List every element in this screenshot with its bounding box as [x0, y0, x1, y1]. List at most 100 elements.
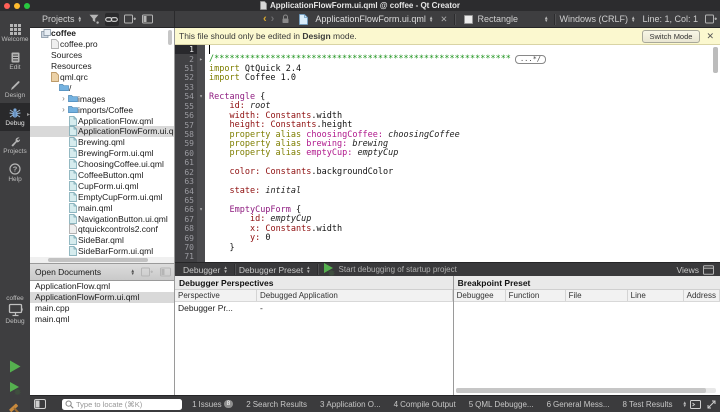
code-line[interactable]: 61	[175, 158, 720, 168]
close-pane-icon[interactable]	[141, 13, 155, 26]
output-pane-button-3[interactable]: 3 Application O...	[320, 400, 381, 409]
mode-design[interactable]: Design	[0, 75, 30, 103]
tree-item[interactable]: CoffeeButton.qml	[30, 170, 174, 181]
go-back-icon[interactable]: ‹	[263, 14, 267, 25]
code-line[interactable]: 55 id: root	[175, 101, 720, 111]
run-button[interactable]	[8, 359, 22, 374]
code-line[interactable]: 52 import Coffee 1.0	[175, 73, 720, 83]
tree-item[interactable]: ApplicationFlow.qml	[30, 115, 174, 126]
code-line[interactable]: 62 color: Constants .backgroundColor	[175, 167, 720, 177]
fold-marker-icon[interactable]: ▸	[197, 54, 205, 64]
debugger-preset-selector[interactable]: Debugger Preset	[239, 265, 303, 275]
open-doc-item[interactable]: ApplicationFlowForm.ui.qml	[30, 291, 174, 303]
locator-input[interactable]	[76, 399, 180, 409]
output-panes-spinner-icon[interactable]	[683, 401, 687, 408]
tree-item[interactable]: CupForm.ui.qml	[30, 180, 174, 191]
tree-item[interactable]: Sources	[30, 50, 174, 61]
zoom-window-button[interactable]	[24, 2, 30, 9]
code-line[interactable]: 64 state: intital	[175, 186, 720, 196]
symbol-selector[interactable]: Rectangle	[477, 14, 518, 24]
open-doc-item[interactable]: main.qml	[30, 313, 174, 324]
tree-vertical-scrollbar[interactable]	[168, 30, 172, 45]
minimize-window-button[interactable]	[14, 2, 20, 9]
output-pane-button-4[interactable]: 4 Compile Output	[394, 400, 456, 409]
breakpoints-horizontal-scrollbar[interactable]	[455, 388, 716, 393]
close-window-button[interactable]	[4, 2, 10, 9]
mode-welcome[interactable]: Welcome	[0, 19, 30, 47]
locator[interactable]	[62, 398, 183, 410]
tree-item[interactable]: NavigationButton.ui.qml	[30, 213, 174, 224]
engine-spinner-icon[interactable]	[223, 266, 227, 273]
code-editor[interactable]: 1 2 ▸/************************************…	[175, 45, 720, 262]
code-line[interactable]: 66 ▾ EmptyCupForm {	[175, 205, 720, 215]
code-line[interactable]: 65	[175, 195, 720, 206]
console-icon[interactable]	[690, 399, 701, 409]
line-ending-spinner-icon[interactable]	[631, 16, 635, 23]
views-menu[interactable]: Views	[676, 265, 714, 275]
tree-item[interactable]: BrewingForm.ui.qml	[30, 148, 174, 159]
code-line[interactable]: 60 property alias emptyCup: emptyCup	[175, 148, 720, 158]
open-document-selector[interactable]: ApplicationFlowForm.ui.qml	[315, 14, 426, 24]
mode-help[interactable]: ? Help	[0, 159, 30, 187]
output-pane-button-5[interactable]: 5 QML Debugge...	[469, 400, 534, 409]
go-forward-icon[interactable]: ›	[271, 14, 275, 25]
opendocs-split-icon[interactable]	[140, 266, 154, 279]
code-line[interactable]: 58 property alias choosingCoffee: choosi…	[175, 130, 720, 140]
split-editor-icon[interactable]	[704, 13, 718, 26]
link-with-editor-icon[interactable]	[104, 12, 119, 26]
tree-item[interactable]: qml.qrc	[30, 72, 174, 83]
code-line[interactable]: 69 y: 0	[175, 233, 720, 243]
tree-item[interactable]: coffee	[30, 28, 174, 39]
line-ending-selector[interactable]: Windows (CRLF)	[559, 14, 628, 24]
code-line[interactable]: 63	[175, 176, 720, 187]
output-pane-button-8[interactable]: 8 Test Results	[623, 400, 673, 409]
mode-edit[interactable]: Edit	[0, 47, 30, 75]
mode-projects[interactable]: Projects	[0, 131, 30, 159]
tree-item[interactable]: SideBarForm.ui.qml	[30, 246, 174, 257]
code-line[interactable]: 51 import QtQuick 2.4	[175, 64, 720, 74]
open-documents-title[interactable]: Open Documents	[35, 267, 101, 277]
open-doc-item[interactable]: ApplicationFlow.qml	[30, 281, 174, 292]
code-line[interactable]: 67 id: emptyCup	[175, 214, 720, 224]
fold-collapsed-box[interactable]: ...*/	[514, 54, 547, 64]
mode-debug[interactable]: Debug	[0, 103, 30, 131]
code-line[interactable]: 68 x: Constants .width	[175, 224, 720, 234]
opendocs-close-icon[interactable]	[158, 266, 172, 279]
tree-item[interactable]: main.qml	[30, 202, 174, 213]
tree-item[interactable]: Brewing.qml	[30, 137, 174, 148]
tree-chevron-icon[interactable]: ›	[60, 105, 67, 114]
traffic-lights[interactable]	[4, 2, 30, 9]
fold-marker-icon[interactable]: ▾	[197, 92, 205, 102]
tree-item[interactable]: coffee.pro	[30, 39, 174, 50]
code-line[interactable]: 53	[175, 82, 720, 93]
toggle-sidebar-icon[interactable]	[34, 399, 46, 409]
tree-item[interactable]: ApplicationFlowForm.ui.qml	[30, 126, 174, 137]
code-line[interactable]: 70 }	[175, 243, 720, 253]
code-line[interactable]: 57 height: Constants .height	[175, 120, 720, 130]
build-button[interactable]	[8, 403, 22, 412]
perspectives-row[interactable]: Debugger Pr... -	[175, 302, 453, 313]
split-pane-icon[interactable]	[123, 13, 137, 26]
tree-item[interactable]: EmptyCupForm.ui.qml	[30, 191, 174, 202]
open-doc-item[interactable]: main.cpp	[30, 303, 174, 314]
output-pane-button-2[interactable]: 2 Search Results	[246, 400, 307, 409]
projects-pane-title[interactable]: Projects	[42, 14, 75, 24]
preset-spinner-icon[interactable]	[306, 266, 310, 273]
start-debugging-label[interactable]: Start debugging of startup project	[339, 265, 457, 274]
code-line[interactable]: 59 property alias brewing: brewing	[175, 139, 720, 149]
kit-selector[interactable]: coffee Debug	[0, 295, 30, 325]
filter-icon[interactable]	[87, 13, 101, 26]
symbol-selector-spinner-icon[interactable]	[544, 16, 548, 23]
code-line[interactable]: 56 width: Constants .width	[175, 111, 720, 121]
tree-item[interactable]: /	[30, 82, 174, 93]
output-pane-button-6[interactable]: 6 General Mess...	[547, 400, 610, 409]
tree-item[interactable]: ChoosingCoffee.ui.qml	[30, 159, 174, 170]
code-line[interactable]: 1	[175, 45, 720, 55]
code-line[interactable]: 54 ▾ Rectangle {	[175, 92, 720, 102]
tree-item[interactable]: qtquickcontrols2.conf	[30, 224, 174, 235]
pane-selector-spinner-icon[interactable]	[78, 16, 82, 23]
tree-item[interactable]: SideBar.qml	[30, 235, 174, 246]
output-pane-button-1[interactable]: 1 Issues 8	[192, 400, 234, 409]
close-document-icon[interactable]: ✕	[440, 14, 447, 25]
maximize-output-icon[interactable]	[707, 400, 716, 409]
